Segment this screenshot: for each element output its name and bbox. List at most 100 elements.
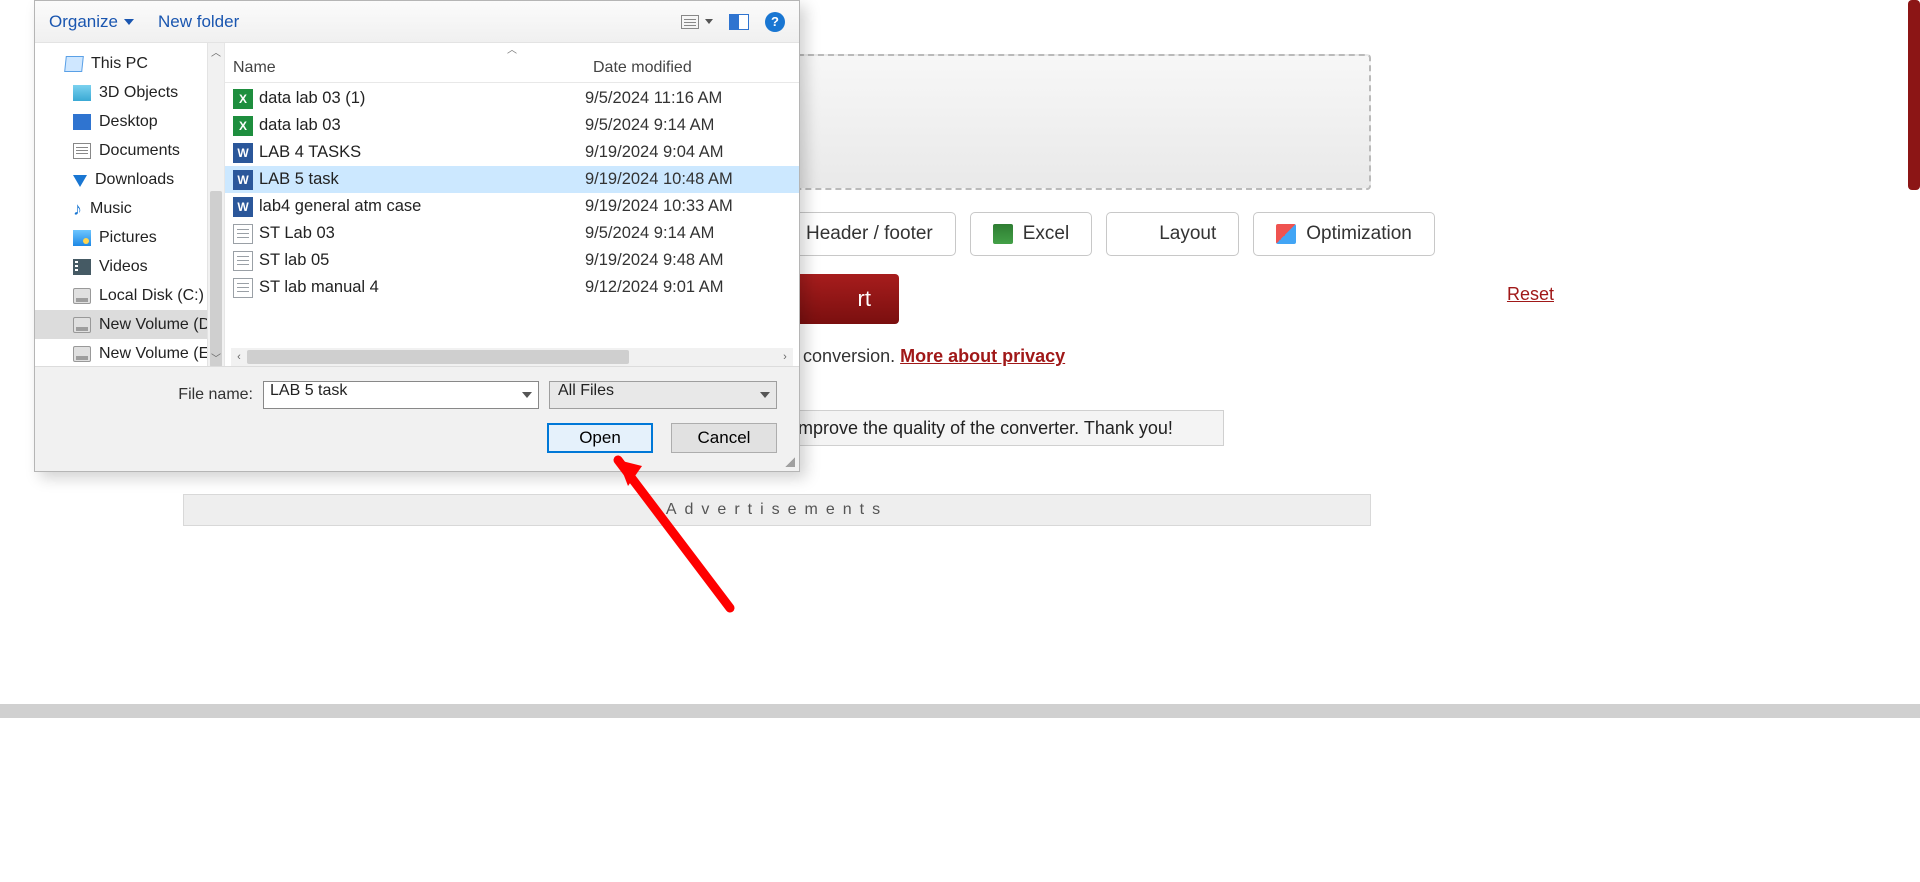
- tree-item[interactable]: 3D Objects: [35, 78, 224, 107]
- file-date: 9/5/2024 9:14 AM: [585, 224, 799, 243]
- xl-file-icon: [233, 89, 253, 109]
- tree-item-label: 3D Objects: [99, 84, 178, 102]
- filename-label: File name:: [178, 386, 253, 404]
- scroll-right-icon[interactable]: ›: [777, 351, 793, 363]
- optimization-button[interactable]: Optimization: [1253, 212, 1435, 256]
- i-pc-icon: [64, 56, 84, 72]
- options-toolbar: Header / footer Excel Layout Optimizatio…: [753, 212, 1435, 256]
- tree-item[interactable]: New Volume (E:): [35, 339, 224, 366]
- i-disk-icon: [73, 317, 91, 333]
- filename-input[interactable]: LAB 5 task: [263, 381, 539, 409]
- page-scrollbar[interactable]: [1904, 0, 1920, 660]
- excel-button[interactable]: Excel: [970, 212, 1092, 256]
- list-view-icon: [681, 15, 699, 29]
- file-name: LAB 4 TASKS: [259, 143, 585, 162]
- xl-file-icon: [233, 116, 253, 136]
- i-mus-icon: ♪: [73, 202, 82, 216]
- tree-item-label: Desktop: [99, 113, 158, 131]
- file-name: lab4 general atm case: [259, 197, 585, 216]
- tree-item[interactable]: New Volume (D:): [35, 310, 224, 339]
- file-row[interactable]: data lab 039/5/2024 9:14 AM: [225, 112, 799, 139]
- file-row[interactable]: LAB 4 TASKS9/19/2024 9:04 AM: [225, 139, 799, 166]
- scrollbar-thumb[interactable]: [1908, 0, 1920, 190]
- tree-item-label: This PC: [91, 55, 148, 73]
- navigation-tree[interactable]: This PC 3D Objects Desktop Documents Downloa…: [35, 43, 225, 366]
- wd-file-icon: [233, 143, 253, 163]
- file-rows: data lab 03 (1)9/5/2024 11:16 AMdata lab…: [225, 85, 799, 348]
- file-row[interactable]: ST lab 059/19/2024 9:48 AM: [225, 247, 799, 274]
- tree-item[interactable]: ♪Music: [35, 194, 224, 223]
- organize-menu[interactable]: Organize: [49, 12, 134, 32]
- resize-grip-icon[interactable]: [783, 455, 795, 467]
- tree-item-label: Documents: [99, 142, 180, 160]
- column-date-modified[interactable]: Date modified: [585, 59, 799, 77]
- tree-item[interactable]: This PC: [35, 49, 224, 78]
- tree-item[interactable]: Videos: [35, 252, 224, 281]
- new-folder-button[interactable]: New folder: [158, 12, 239, 32]
- open-button[interactable]: Open: [547, 423, 653, 453]
- tree-item-label: Downloads: [95, 171, 174, 189]
- i-desk-icon: [73, 114, 91, 130]
- file-date: 9/19/2024 9:48 AM: [585, 251, 799, 270]
- optimization-icon: [1276, 224, 1296, 244]
- advertisement-bar: Advertisements: [183, 494, 1371, 526]
- file-date: 9/19/2024 10:48 AM: [585, 170, 799, 189]
- file-date: 9/19/2024 9:04 AM: [585, 143, 799, 162]
- donation-banner: on to improve the quality of the convert…: [737, 410, 1224, 446]
- tree-item-label: Videos: [99, 258, 148, 276]
- wd-file-icon: [233, 170, 253, 190]
- i-doc-icon: [73, 143, 91, 159]
- cancel-button[interactable]: Cancel: [671, 423, 777, 453]
- tree-scrollbar[interactable]: ︿﹀: [207, 43, 224, 366]
- layout-icon: [1129, 224, 1149, 244]
- tree-item-label: New Volume (D:): [99, 316, 220, 334]
- help-button[interactable]: ?: [765, 12, 785, 32]
- chevron-down-icon: [705, 19, 713, 24]
- i-disk-icon: [73, 346, 91, 362]
- chevron-down-icon: [124, 19, 134, 25]
- file-row[interactable]: ST Lab 039/5/2024 9:14 AM: [225, 220, 799, 247]
- scroll-left-icon[interactable]: ‹: [231, 351, 247, 363]
- tree-item-label: Local Disk (C:): [99, 287, 204, 305]
- txt-file-icon: [233, 251, 253, 271]
- tree-item[interactable]: Local Disk (C:): [35, 281, 224, 310]
- file-date: 9/12/2024 9:01 AM: [585, 278, 799, 297]
- file-row[interactable]: data lab 03 (1)9/5/2024 11:16 AM: [225, 85, 799, 112]
- txt-file-icon: [233, 278, 253, 298]
- layout-button[interactable]: Layout: [1106, 212, 1239, 256]
- tree-item[interactable]: Desktop: [35, 107, 224, 136]
- tree-item[interactable]: Documents: [35, 136, 224, 165]
- preview-pane-button[interactable]: [729, 14, 749, 30]
- file-list-pane: ︿ Name Date modified data lab 03 (1)9/5/…: [225, 43, 799, 366]
- wd-file-icon: [233, 197, 253, 217]
- file-open-dialog: Organize New folder ? This PC 3D Objects D…: [34, 0, 800, 472]
- file-list-header[interactable]: Name Date modified: [225, 53, 799, 83]
- tree-item[interactable]: Pictures: [35, 223, 224, 252]
- chevron-down-icon: [760, 392, 770, 398]
- file-name: ST lab manual 4: [259, 278, 585, 297]
- tree-item-label: Pictures: [99, 229, 157, 247]
- collapse-up-chevron[interactable]: ︿: [225, 43, 799, 53]
- column-name[interactable]: Name: [225, 59, 585, 77]
- file-date: 9/19/2024 10:33 AM: [585, 197, 799, 216]
- file-name: data lab 03 (1): [259, 89, 585, 108]
- i-pic-icon: [73, 230, 91, 246]
- file-name: data lab 03: [259, 116, 585, 135]
- file-row[interactable]: lab4 general atm case9/19/2024 10:33 AM: [225, 193, 799, 220]
- file-type-filter[interactable]: All Files: [549, 381, 777, 409]
- horizontal-scrollbar[interactable]: ‹ ›: [231, 348, 793, 366]
- file-name: ST lab 05: [259, 251, 585, 270]
- txt-file-icon: [233, 224, 253, 244]
- i-dl-icon: [73, 175, 87, 187]
- tree-item-label: New Volume (E:): [99, 345, 219, 363]
- chevron-down-icon: [522, 392, 532, 398]
- tree-item[interactable]: Downloads: [35, 165, 224, 194]
- file-row[interactable]: LAB 5 task9/19/2024 10:48 AM: [225, 166, 799, 193]
- file-row[interactable]: ST lab manual 49/12/2024 9:01 AM: [225, 274, 799, 301]
- file-name: ST Lab 03: [259, 224, 585, 243]
- privacy-link[interactable]: More about privacy: [900, 346, 1065, 366]
- view-mode-button[interactable]: [681, 15, 713, 29]
- scrollbar-thumb[interactable]: [247, 350, 629, 364]
- reset-link[interactable]: Reset: [1507, 284, 1554, 305]
- page-footer-strip: [0, 704, 1920, 718]
